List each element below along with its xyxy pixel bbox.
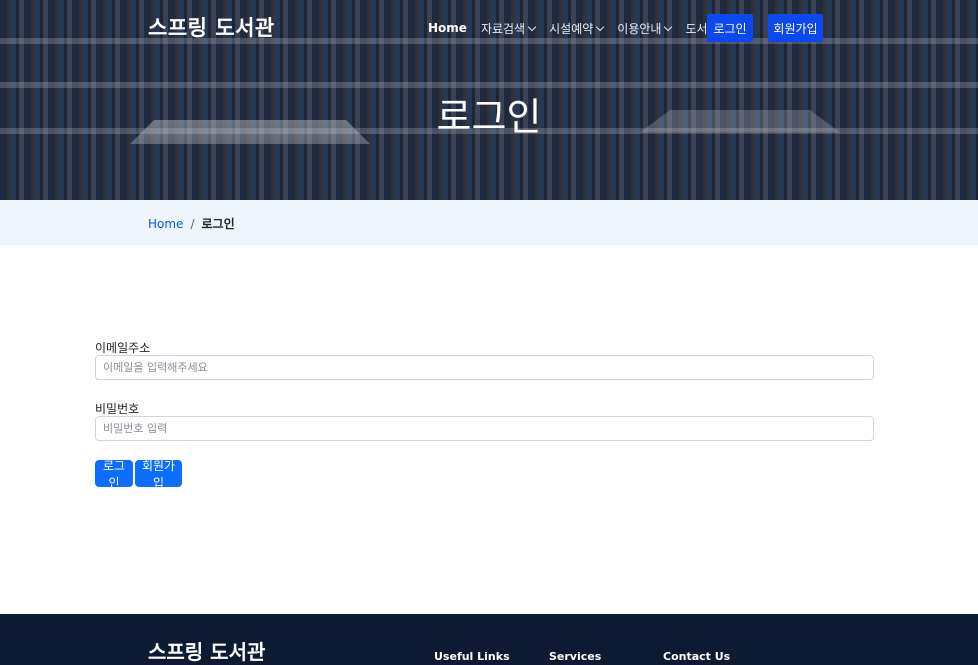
- nav-item-reservation[interactable]: 시설예약: [549, 20, 605, 37]
- chevron-down-icon: [596, 22, 605, 31]
- hero-banner: 스프링 도서관 Home 자료검색 시설예약 이용안내 도서관소식 로그인 회원…: [0, 0, 978, 200]
- nav-item-label: Home: [428, 21, 467, 35]
- nav-item-home[interactable]: Home: [428, 21, 467, 35]
- footer-heading-services: Services: [549, 650, 602, 663]
- nav-item-guide[interactable]: 이용안내: [617, 20, 673, 37]
- page-title: 로그인: [436, 95, 542, 139]
- chevron-down-icon: [664, 22, 673, 31]
- footer-heading-links: Useful Links: [434, 650, 510, 663]
- signup-button[interactable]: 회원가입: [135, 459, 182, 490]
- nav-item-label: 시설예약: [549, 21, 594, 36]
- footer-heading-contact: Contact Us: [663, 650, 731, 663]
- login-button[interactable]: 로그인: [95, 459, 133, 490]
- nav-item-label: 자료검색: [480, 21, 526, 36]
- breadcrumb-home-link[interactable]: Home: [148, 217, 183, 231]
- footer-logo: 스프링 도서관: [148, 640, 266, 664]
- password-label: 비밀번호: [95, 402, 140, 416]
- breadcrumb: Home / 로그인: [0, 200, 978, 245]
- footer: 스프링 도서관 Useful Links Services Contact Us: [0, 614, 978, 665]
- chevron-down-icon: [527, 22, 537, 31]
- password-field[interactable]: [95, 416, 874, 441]
- email-field[interactable]: [95, 355, 874, 380]
- nav-item-label: 이용안내: [617, 21, 662, 36]
- breadcrumb-separator: /: [190, 216, 195, 231]
- site-logo[interactable]: 스프링 도서관: [148, 12, 275, 42]
- header-signup-button[interactable]: 회원가입: [768, 14, 823, 42]
- email-label: 이메일주소: [95, 341, 151, 355]
- breadcrumb-current: 로그인: [201, 217, 235, 231]
- header-login-button[interactable]: 로그인: [707, 14, 753, 42]
- nav-item-search[interactable]: 자료검색: [480, 20, 537, 37]
